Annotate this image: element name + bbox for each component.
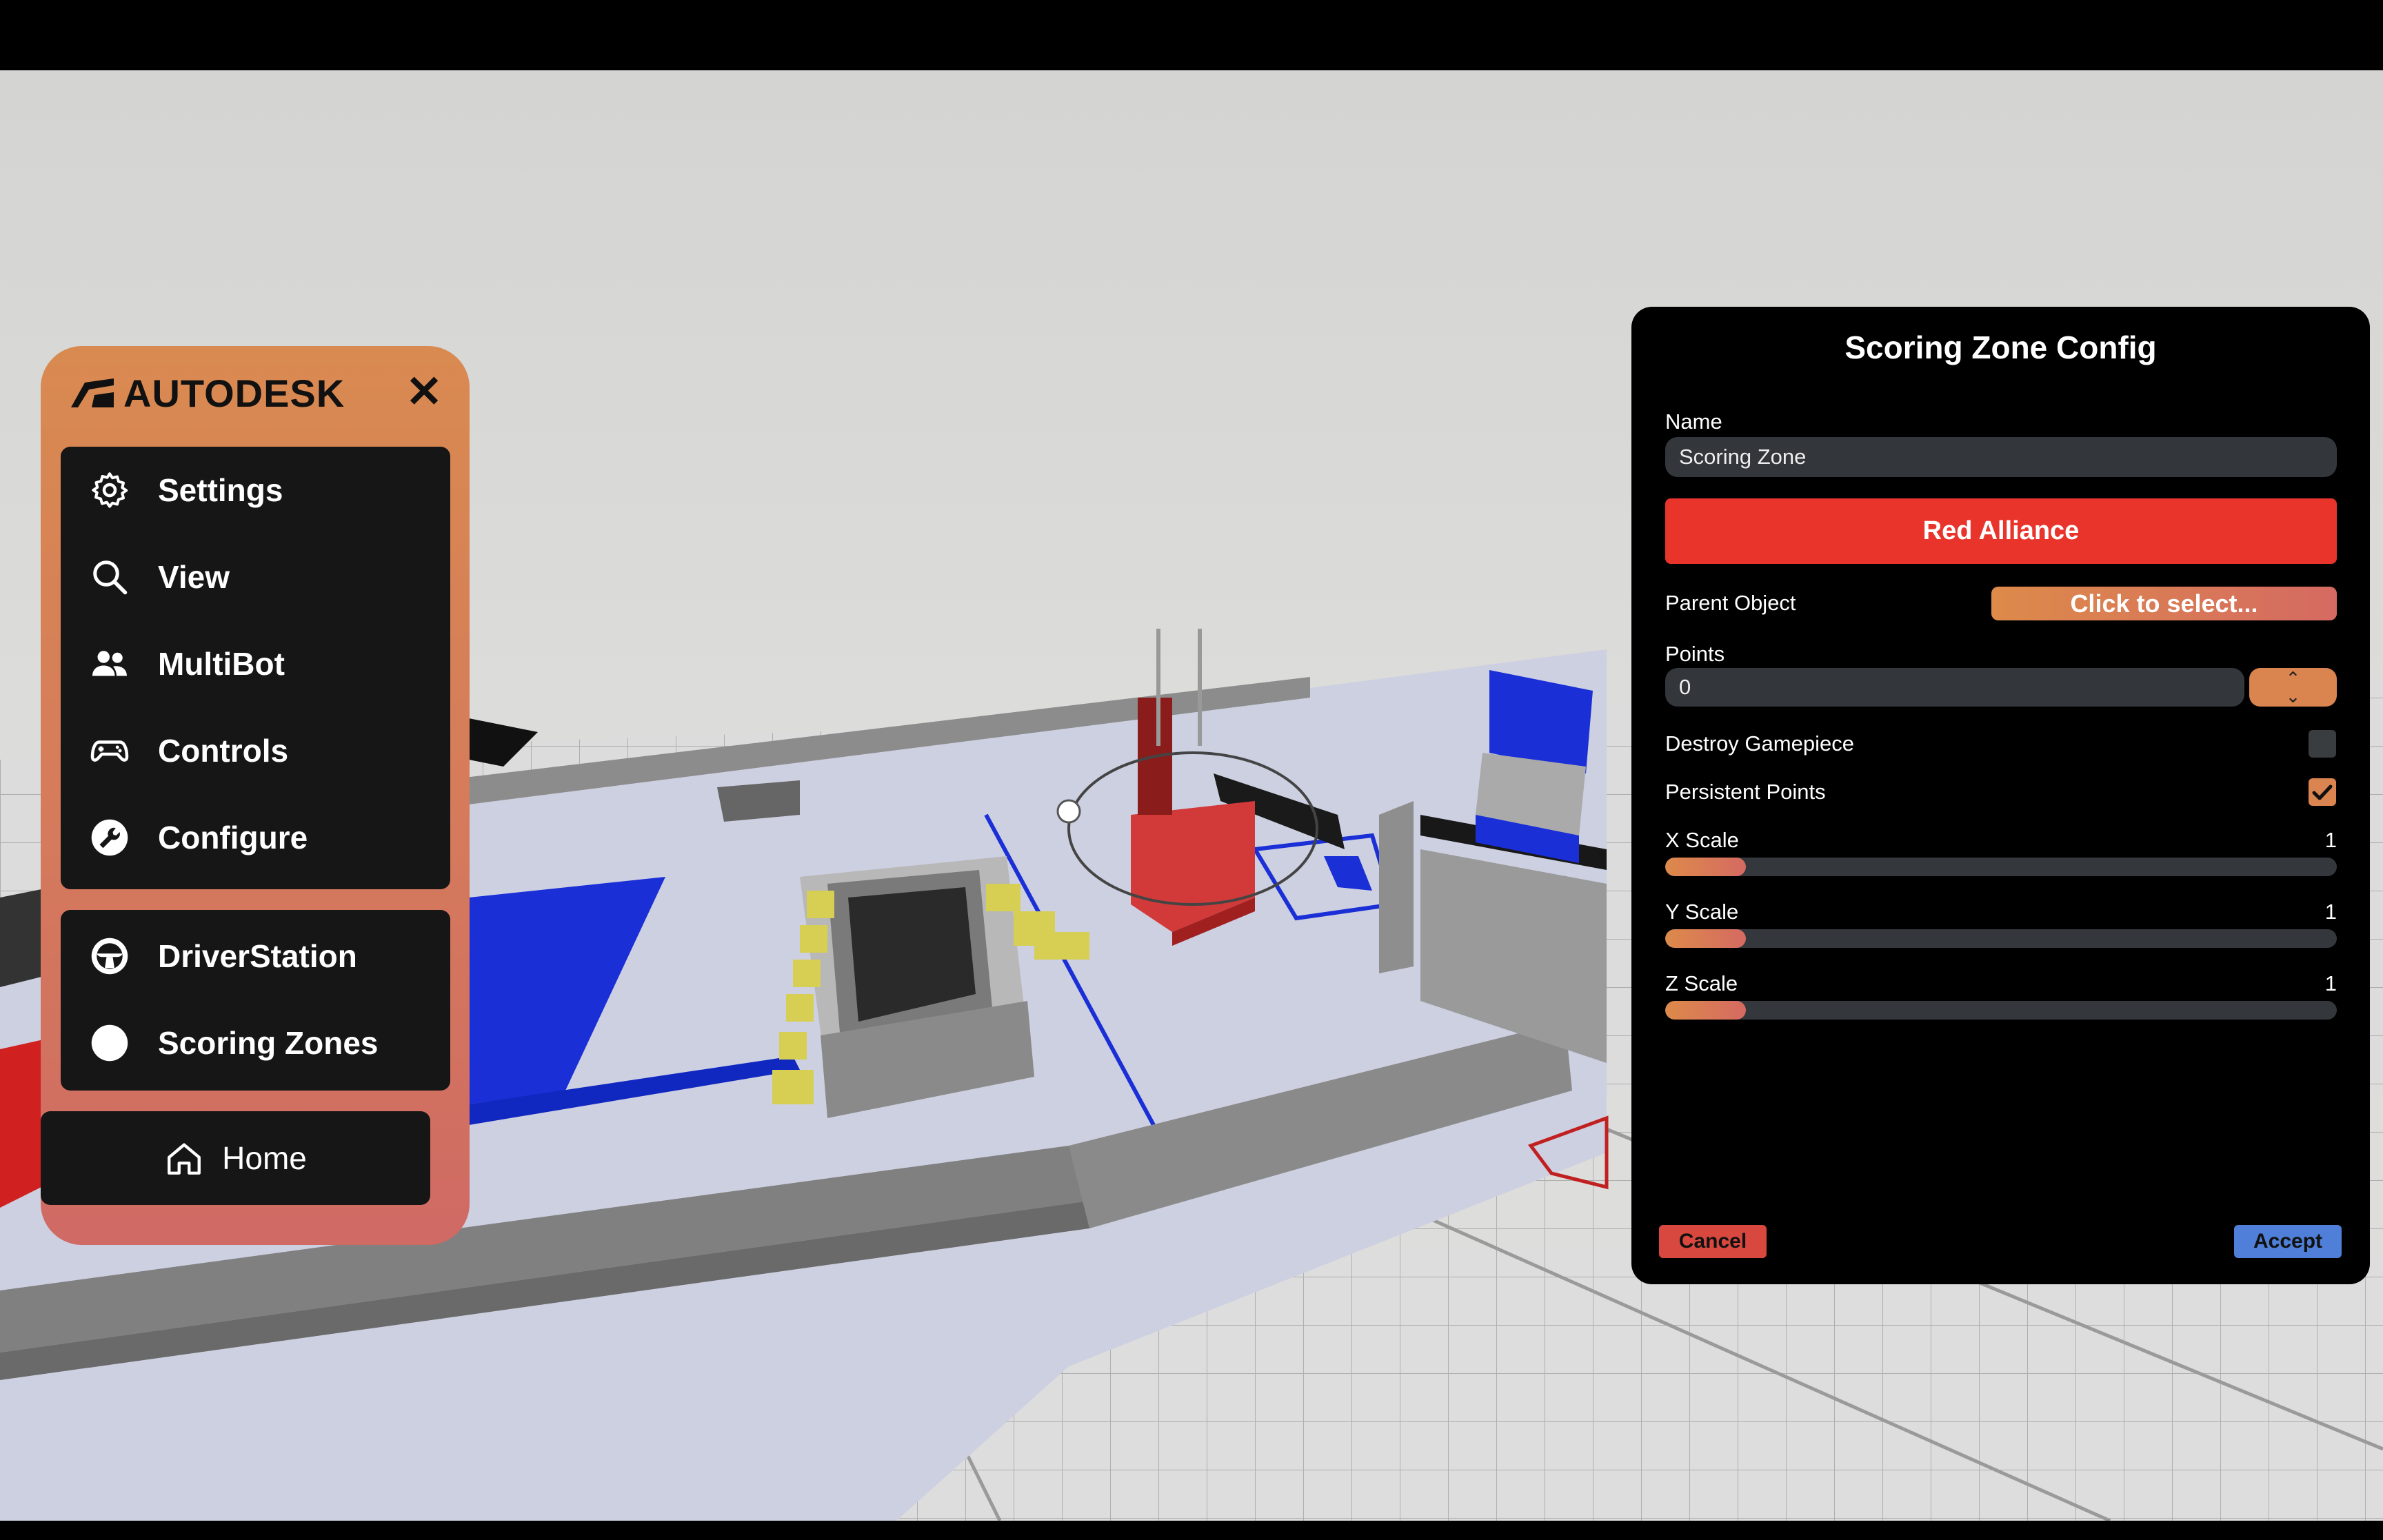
chevron-down-icon[interactable]: ⌄ [2286, 687, 2301, 705]
circle-icon [88, 1022, 131, 1064]
persistent-points-checkbox[interactable] [2309, 778, 2336, 806]
destroy-gamepiece-checkbox[interactable] [2309, 730, 2336, 758]
check-icon [2312, 784, 2333, 800]
menu-secondary-group: DriverStation Scoring Zones [61, 910, 450, 1091]
z-scale-label: Z Scale [1665, 971, 1738, 995]
y-scale-label: Y Scale [1665, 900, 1739, 924]
x-scale-value: 1 [2324, 828, 2337, 852]
cancel-button[interactable]: Cancel [1659, 1225, 1767, 1258]
points-stepper[interactable]: ⌃ ⌄ [2249, 668, 2337, 707]
alliance-toggle-button[interactable]: Red Alliance [1665, 498, 2337, 564]
x-scale-slider-fill [1665, 858, 1746, 876]
autodesk-logo: AUTODESK [71, 371, 345, 415]
points-label: Points [1665, 642, 1725, 666]
chevron-up-icon[interactable]: ⌃ [2286, 669, 2301, 687]
wrench-icon [88, 816, 131, 859]
destroy-gamepiece-label: Destroy Gamepiece [1665, 731, 1854, 756]
x-scale-slider[interactable] [1665, 858, 2337, 876]
gear-icon [88, 469, 131, 511]
z-scale-slider[interactable] [1665, 1001, 2337, 1020]
z-scale-value: 1 [2324, 971, 2337, 995]
home-button[interactable]: Home [41, 1111, 430, 1205]
home-icon [168, 1143, 201, 1175]
menu-item-settings[interactable]: Settings [61, 447, 450, 534]
y-scale-value: 1 [2324, 900, 2337, 924]
y-scale-slider-fill [1665, 929, 1746, 948]
menu-item-label: MultiBot [158, 646, 285, 682]
name-input[interactable]: Scoring Zone [1665, 437, 2337, 477]
menu-item-driverstation[interactable]: DriverStation [61, 913, 450, 1000]
menu-item-scoring-zones[interactable]: Scoring Zones [61, 1000, 450, 1086]
menu-item-label: Controls [158, 733, 289, 769]
name-label: Name [1665, 409, 1722, 434]
menu-item-label: DriverStation [158, 938, 357, 974]
menu-item-label: Scoring Zones [158, 1025, 379, 1061]
y-scale-slider[interactable] [1665, 929, 2337, 948]
menu-item-configure[interactable]: Configure [61, 794, 450, 881]
menu-item-label: Settings [158, 472, 283, 508]
points-input[interactable]: 0 [1665, 668, 2244, 707]
users-icon [88, 642, 131, 685]
parent-object-label: Parent Object [1665, 591, 1796, 615]
menu-item-multibot[interactable]: MultiBot [61, 620, 450, 707]
menu-item-label: Configure [158, 820, 308, 855]
gamepad-icon [88, 729, 131, 772]
x-scale-label: X Scale [1665, 828, 1739, 852]
autodesk-logo-icon [71, 378, 114, 407]
menu-item-label: View [158, 559, 230, 595]
persistent-points-label: Persistent Points [1665, 780, 1826, 804]
z-scale-slider-fill [1665, 1001, 1746, 1020]
steering-wheel-icon [88, 935, 131, 977]
home-label: Home [222, 1140, 307, 1176]
main-menu: AUTODESK ✕ Settings View MultiBot Contro [41, 346, 470, 1245]
search-icon [88, 556, 131, 598]
panel-title: Scoring Zone Config [1844, 330, 2157, 365]
menu-item-view[interactable]: View [61, 534, 450, 620]
parent-object-select-button[interactable]: Click to select... [1991, 587, 2337, 620]
points-input-value: 0 [1679, 675, 1691, 699]
brand-name: AUTODESK [123, 371, 345, 415]
close-icon[interactable]: ✕ [405, 369, 443, 414]
menu-item-controls[interactable]: Controls [61, 707, 450, 794]
scoring-zone-config-panel: Scoring Zone Config Name Scoring Zone Re… [1631, 307, 2370, 1284]
name-input-value: Scoring Zone [1679, 445, 1807, 469]
accept-button[interactable]: Accept [2234, 1225, 2342, 1258]
menu-primary-group: Settings View MultiBot Controls Configur… [61, 447, 450, 889]
